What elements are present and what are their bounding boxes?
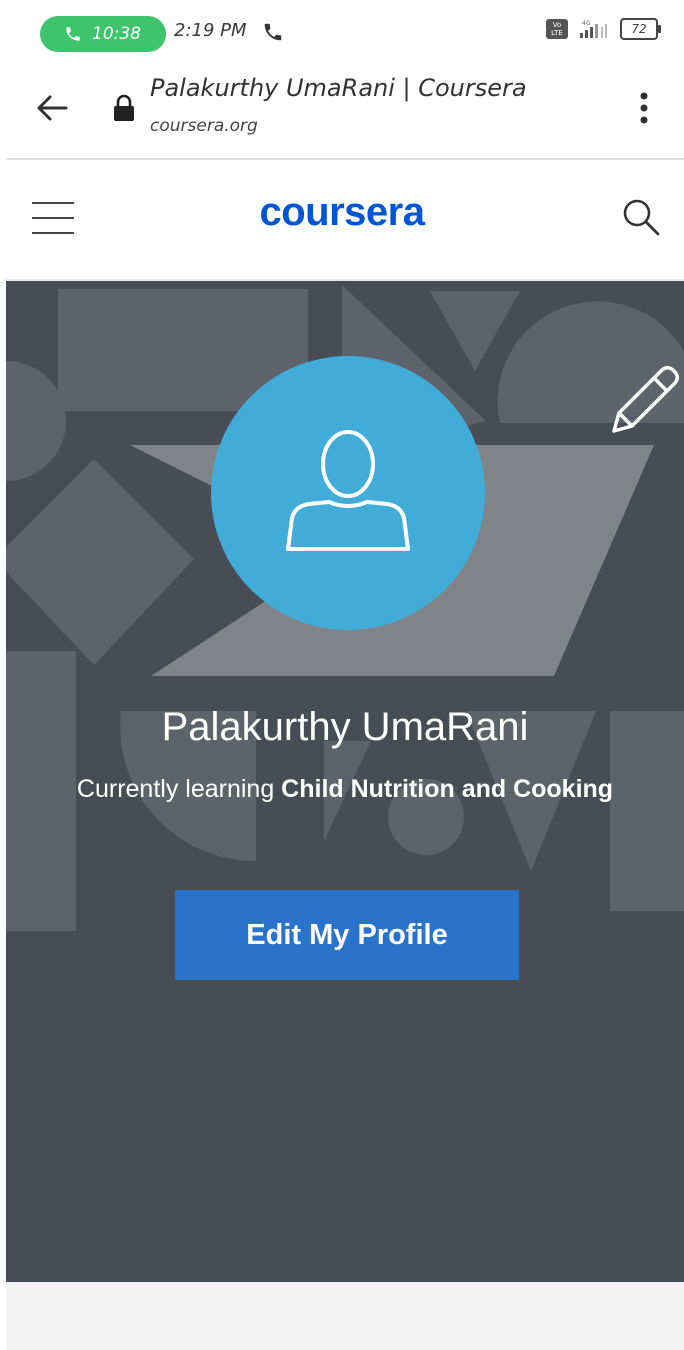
- search-icon[interactable]: [620, 196, 662, 238]
- more-options-icon[interactable]: [634, 88, 654, 128]
- learning-prefix: Currently learning: [76, 775, 282, 803]
- course-link[interactable]: Child Nutrition and Cooking: [281, 775, 613, 803]
- call-timer: 10:38: [92, 24, 141, 44]
- phone-icon: [264, 23, 282, 41]
- profile-name: Palakurthy UmaRani: [161, 705, 529, 749]
- signal-icon: 4G: [580, 20, 607, 38]
- site-header: coursera: [0, 160, 684, 280]
- phone-icon: [66, 27, 80, 41]
- profile-hero: Palakurthy UmaRani Currently learning Ch…: [6, 281, 684, 1282]
- avatar[interactable]: [211, 356, 485, 630]
- browser-toolbar: Palakurthy UmaRani | Coursera coursera.o…: [0, 68, 684, 158]
- edit-pencil-icon[interactable]: [604, 363, 682, 441]
- user-icon: [286, 430, 410, 551]
- lock-icon: [114, 94, 134, 121]
- status-bar: 10:38 2:19 PM Vo LTE 4G 72: [0, 0, 684, 68]
- back-arrow-icon[interactable]: [32, 88, 72, 128]
- volte-icon: Vo LTE: [546, 19, 568, 39]
- svg-text:4G: 4G: [582, 20, 591, 27]
- coursera-logo[interactable]: coursera: [0, 190, 684, 235]
- url-domain[interactable]: coursera.org: [150, 116, 258, 136]
- current-learning: Currently learning Child Nutrition and C…: [6, 775, 684, 804]
- page-footer-area: [6, 1282, 684, 1350]
- clock: 2:19 PM: [174, 20, 247, 41]
- battery-indicator: 72: [620, 18, 661, 40]
- ongoing-call-pill[interactable]: 10:38: [40, 16, 166, 52]
- page-title[interactable]: Palakurthy UmaRani | Coursera: [150, 74, 527, 102]
- status-indicators: Vo LTE 4G 72: [546, 18, 661, 40]
- edit-profile-button[interactable]: Edit My Profile: [175, 890, 519, 980]
